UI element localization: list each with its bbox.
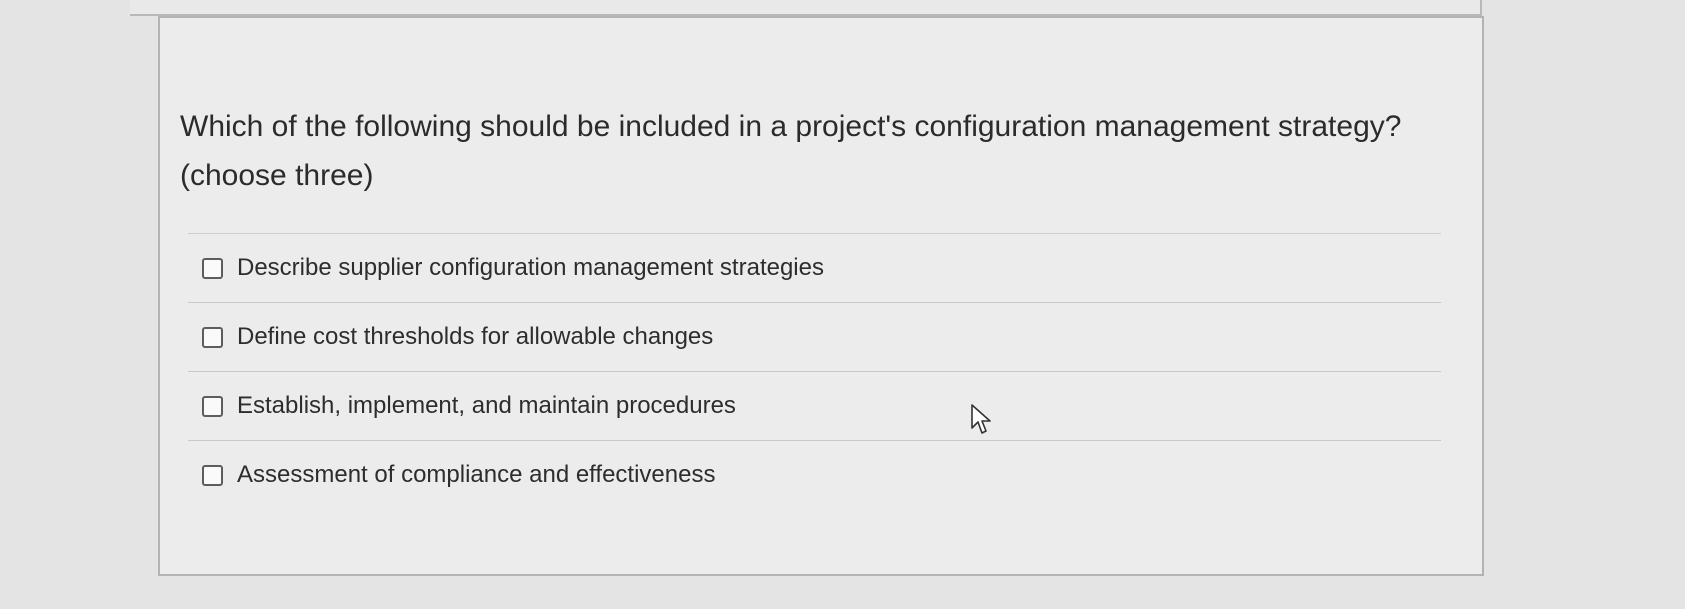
answer-checkbox[interactable] xyxy=(202,257,223,279)
mouse-pointer-icon xyxy=(971,404,991,434)
answer-label: Assessment of compliance and effectivene… xyxy=(237,461,716,488)
question-prompt: Which of the following should be include… xyxy=(180,102,1430,200)
answer-checkbox[interactable] xyxy=(202,464,223,486)
answer-options-list: Describe supplier configuration manageme… xyxy=(188,233,1441,509)
question-instruction: (choose three) xyxy=(180,159,374,192)
answer-option[interactable]: Define cost thresholds for allowable cha… xyxy=(188,303,1441,372)
answer-checkbox[interactable] xyxy=(202,326,223,348)
answer-checkbox[interactable] xyxy=(202,395,223,417)
previous-panel-edge xyxy=(130,0,1482,16)
question-text: Which of the following should be include… xyxy=(180,110,1402,143)
answer-label: Describe supplier configuration manageme… xyxy=(237,254,824,281)
answer-label: Establish, implement, and maintain proce… xyxy=(237,392,736,419)
answer-option[interactable]: Establish, implement, and maintain proce… xyxy=(188,372,1441,441)
answer-option[interactable]: Assessment of compliance and effectivene… xyxy=(188,441,1441,509)
answer-option[interactable]: Describe supplier configuration manageme… xyxy=(188,234,1441,303)
question-card: Which of the following should be include… xyxy=(158,16,1484,576)
answer-label: Define cost thresholds for allowable cha… xyxy=(237,323,714,350)
